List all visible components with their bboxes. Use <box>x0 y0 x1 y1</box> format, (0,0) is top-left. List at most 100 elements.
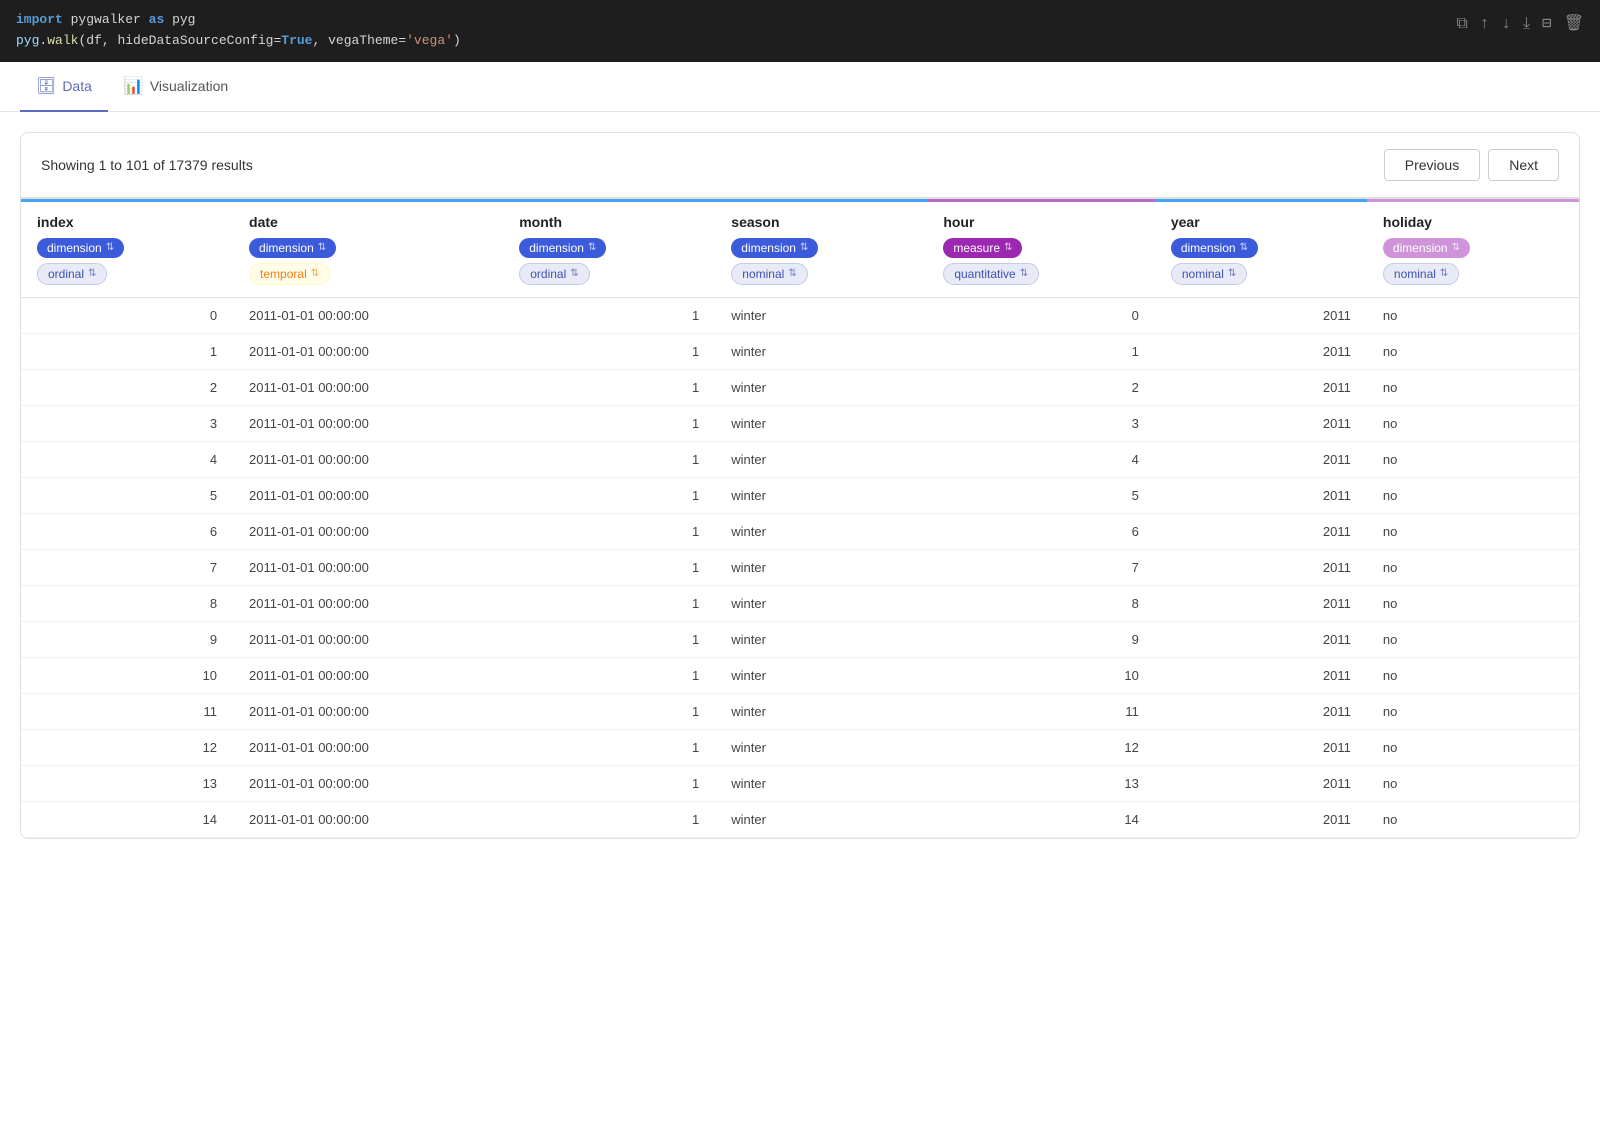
cell-season: winter <box>715 729 927 765</box>
cell-hour: 13 <box>927 765 1155 801</box>
badge-month-dimension[interactable]: dimension <box>519 238 606 258</box>
cell-index: 1 <box>21 333 233 369</box>
data-table: index dimension ordinal date <box>21 197 1579 838</box>
upload-icon[interactable]: ↑ <box>1480 12 1490 38</box>
delete-icon[interactable]: 🗑 <box>1564 12 1584 38</box>
cell-index: 14 <box>21 801 233 837</box>
cell-year: 2011 <box>1155 297 1367 333</box>
cell-month: 1 <box>503 585 715 621</box>
badge-index-dimension[interactable]: dimension <box>37 238 124 258</box>
copy-icon[interactable]: ⧉ <box>1456 12 1467 38</box>
cell-holiday: no <box>1367 729 1579 765</box>
cell-date: 2011-01-01 00:00:00 <box>233 585 503 621</box>
tab-bar: 🗄 Data 📊 Visualization <box>0 62 1600 112</box>
cell-index: 13 <box>21 765 233 801</box>
cell-date: 2011-01-01 00:00:00 <box>233 657 503 693</box>
cell-season: winter <box>715 621 927 657</box>
code-alias: pyg <box>16 33 39 48</box>
code-method: walk <box>47 33 78 48</box>
badge-holiday-dimension[interactable]: dimension <box>1383 238 1470 258</box>
cell-date: 2011-01-01 00:00:00 <box>233 621 503 657</box>
main-content: Showing 1 to 101 of 17379 results Previo… <box>0 112 1600 859</box>
cell-season: winter <box>715 333 927 369</box>
badge-month-ordinal[interactable]: ordinal <box>519 263 589 285</box>
table-row: 52011-01-01 00:00:001winter52011no <box>21 477 1579 513</box>
cell-index: 10 <box>21 657 233 693</box>
col-year-badges: dimension nominal <box>1171 238 1351 285</box>
next-button[interactable]: Next <box>1488 149 1559 181</box>
col-header-year: year dimension nominal <box>1155 198 1367 298</box>
code-comma: , vegaTheme= <box>313 33 407 48</box>
cell-year: 2011 <box>1155 657 1367 693</box>
cell-year: 2011 <box>1155 369 1367 405</box>
col-month-inner: month dimension ordinal <box>503 199 715 297</box>
cell-hour: 0 <box>927 297 1155 333</box>
cell-hour: 8 <box>927 585 1155 621</box>
cell-year: 2011 <box>1155 333 1367 369</box>
cell-year: 2011 <box>1155 477 1367 513</box>
cell-holiday: no <box>1367 369 1579 405</box>
cell-season: winter <box>715 513 927 549</box>
layout-icon[interactable]: ⊟ <box>1542 12 1552 38</box>
cell-month: 1 <box>503 297 715 333</box>
badge-hour-measure[interactable]: measure <box>943 238 1022 258</box>
cell-hour: 7 <box>927 549 1155 585</box>
badge-year-nominal[interactable]: nominal <box>1171 263 1247 285</box>
col-holiday-badges: dimension nominal <box>1383 238 1563 285</box>
cell-index: 6 <box>21 513 233 549</box>
badge-date-temporal[interactable]: temporal <box>249 263 330 285</box>
cell-month: 1 <box>503 729 715 765</box>
cell-date: 2011-01-01 00:00:00 <box>233 549 503 585</box>
badge-date-dimension[interactable]: dimension <box>249 238 336 258</box>
cell-hour: 11 <box>927 693 1155 729</box>
col-header-holiday: holiday dimension nominal <box>1367 198 1579 298</box>
badge-holiday-nominal[interactable]: nominal <box>1383 263 1459 285</box>
table-row: 102011-01-01 00:00:001winter102011no <box>21 657 1579 693</box>
cell-holiday: no <box>1367 405 1579 441</box>
cell-season: winter <box>715 657 927 693</box>
col-holiday-inner: holiday dimension nominal <box>1367 199 1579 297</box>
cell-date: 2011-01-01 00:00:00 <box>233 693 503 729</box>
cell-holiday: no <box>1367 477 1579 513</box>
code-line-1: import pygwalker as pyg <box>16 10 1584 31</box>
badge-hour-quantitative[interactable]: quantitative <box>943 263 1039 285</box>
cell-index: 3 <box>21 405 233 441</box>
code-val-str: 'vega' <box>406 33 453 48</box>
badge-index-ordinal[interactable]: ordinal <box>37 263 107 285</box>
cell-month: 1 <box>503 549 715 585</box>
col-date-inner: date dimension temporal <box>233 199 503 297</box>
cell-date: 2011-01-01 00:00:00 <box>233 405 503 441</box>
cell-season: winter <box>715 477 927 513</box>
badge-season-dimension[interactable]: dimension <box>731 238 818 258</box>
col-hour-inner: hour measure quantitative <box>927 199 1155 297</box>
cell-date: 2011-01-01 00:00:00 <box>233 729 503 765</box>
tab-visualization-label: Visualization <box>150 78 228 94</box>
tab-data[interactable]: 🗄 Data <box>20 62 108 112</box>
cell-season: winter <box>715 693 927 729</box>
cell-date: 2011-01-01 00:00:00 <box>233 765 503 801</box>
cell-holiday: no <box>1367 585 1579 621</box>
table-row: 72011-01-01 00:00:001winter72011no <box>21 549 1579 585</box>
table-container: Showing 1 to 101 of 17379 results Previo… <box>20 132 1580 839</box>
cell-year: 2011 <box>1155 549 1367 585</box>
cell-hour: 10 <box>927 657 1155 693</box>
export-icon[interactable]: ⤓ <box>1523 12 1530 38</box>
cell-month: 1 <box>503 405 715 441</box>
cell-hour: 3 <box>927 405 1155 441</box>
col-header-date: date dimension temporal <box>233 198 503 298</box>
cell-year: 2011 <box>1155 729 1367 765</box>
badge-year-dimension[interactable]: dimension <box>1171 238 1258 258</box>
previous-button[interactable]: Previous <box>1384 149 1480 181</box>
cell-month: 1 <box>503 369 715 405</box>
download-icon[interactable]: ↓ <box>1501 12 1511 38</box>
cell-index: 4 <box>21 441 233 477</box>
cell-index: 7 <box>21 549 233 585</box>
cell-index: 5 <box>21 477 233 513</box>
table-scroll[interactable]: index dimension ordinal date <box>21 197 1579 838</box>
tab-visualization[interactable]: 📊 Visualization <box>108 62 244 112</box>
cell-holiday: no <box>1367 513 1579 549</box>
col-year-inner: year dimension nominal <box>1155 199 1367 297</box>
table-row: 122011-01-01 00:00:001winter122011no <box>21 729 1579 765</box>
cell-month: 1 <box>503 657 715 693</box>
badge-season-nominal[interactable]: nominal <box>731 263 807 285</box>
